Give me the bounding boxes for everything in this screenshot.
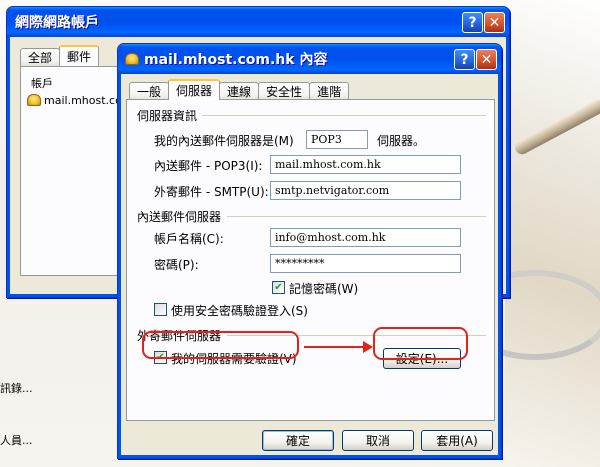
account-properties-window: mail.mhost.com.hk 內容 ? ✕ 一般 伺服器 連線 安全性 進… [117, 43, 502, 459]
mail-title-icon [125, 53, 139, 65]
account-name-input[interactable]: info@mhost.com.hk [270, 228, 461, 247]
servers-tab-panel: 伺服器資訊 我的內送郵件伺服器是(M) POP3 伺服器。 內送郵件 - POP… [126, 99, 495, 421]
smtp-server-input[interactable]: smtp.netvigator.com [270, 181, 461, 200]
incoming-server-divider [227, 216, 486, 217]
properties-window-body: 一般 伺服器 連線 安全性 進階 伺服器資訊 我的內送郵件伺服器是(M) POP… [121, 74, 498, 455]
incoming-type-suffix: 伺服器。 [377, 134, 426, 148]
background-link-people[interactable]: 人員... [0, 432, 33, 448]
annotation-arrow-head [363, 341, 373, 353]
account-item-label: mail.mhost.co [44, 94, 122, 107]
spa-checkbox[interactable] [154, 303, 167, 316]
password-label: 密碼(P): [154, 258, 199, 272]
pop3-server-input[interactable]: mail.mhost.com.hk [270, 155, 461, 174]
tab-all[interactable]: 全部 [20, 48, 61, 66]
incoming-server-title: 內送郵件伺服器 [137, 210, 222, 224]
annotation-arrow-line [304, 346, 364, 348]
properties-help-button[interactable]: ? [454, 49, 475, 70]
pop3-label: 內送郵件 - POP3(I): [154, 159, 263, 173]
incoming-type-label: 我的內送郵件伺服器是(M) [154, 134, 294, 148]
tab-servers[interactable]: 伺服器 [168, 79, 221, 100]
spa-label[interactable]: 使用安全密碼驗證登入(S) [171, 302, 308, 319]
smtp-label: 外寄郵件 - SMTP(U): [154, 185, 269, 199]
accounts-window-title: 網際網路帳戶 [15, 15, 99, 31]
highlight-ring-auth [142, 331, 299, 359]
cancel-button[interactable]: 取消 [342, 430, 414, 451]
apply-button[interactable]: 套用(A) [421, 430, 493, 451]
password-input[interactable]: ********* [270, 254, 461, 273]
mail-account-icon [27, 94, 41, 106]
server-info-divider [202, 115, 486, 116]
accounts-help-button[interactable]: ? [462, 12, 483, 33]
properties-window-title: mail.mhost.com.hk 內容 [144, 52, 328, 68]
tab-connection[interactable]: 連線 [219, 82, 260, 100]
accounts-list-header: 帳戶 [31, 77, 53, 90]
account-name-label: 帳戶名稱(C): [154, 232, 224, 246]
properties-close-button[interactable]: ✕ [476, 49, 497, 70]
properties-titlebar[interactable]: mail.mhost.com.hk 內容 [118, 44, 501, 74]
background-link-contacts[interactable]: 訊錄... [0, 380, 33, 396]
remember-password-label[interactable]: 記憶密碼(W) [289, 280, 358, 297]
tab-general[interactable]: 一般 [129, 82, 170, 100]
ok-button[interactable]: 確定 [262, 430, 334, 451]
tab-mail[interactable]: 郵件 [59, 45, 100, 66]
accounts-close-button[interactable]: ✕ [484, 12, 505, 33]
tab-advanced[interactable]: 進階 [309, 82, 350, 100]
tab-security[interactable]: 安全性 [258, 82, 311, 100]
server-info-title: 伺服器資訊 [137, 109, 198, 123]
background-paper [505, 0, 600, 467]
accounts-titlebar[interactable]: 網際網路帳戶 [7, 7, 509, 37]
highlight-ring-settings [373, 327, 468, 360]
incoming-type-field: POP3 [306, 130, 368, 149]
remember-password-checkbox[interactable]: ✔ [272, 281, 285, 294]
